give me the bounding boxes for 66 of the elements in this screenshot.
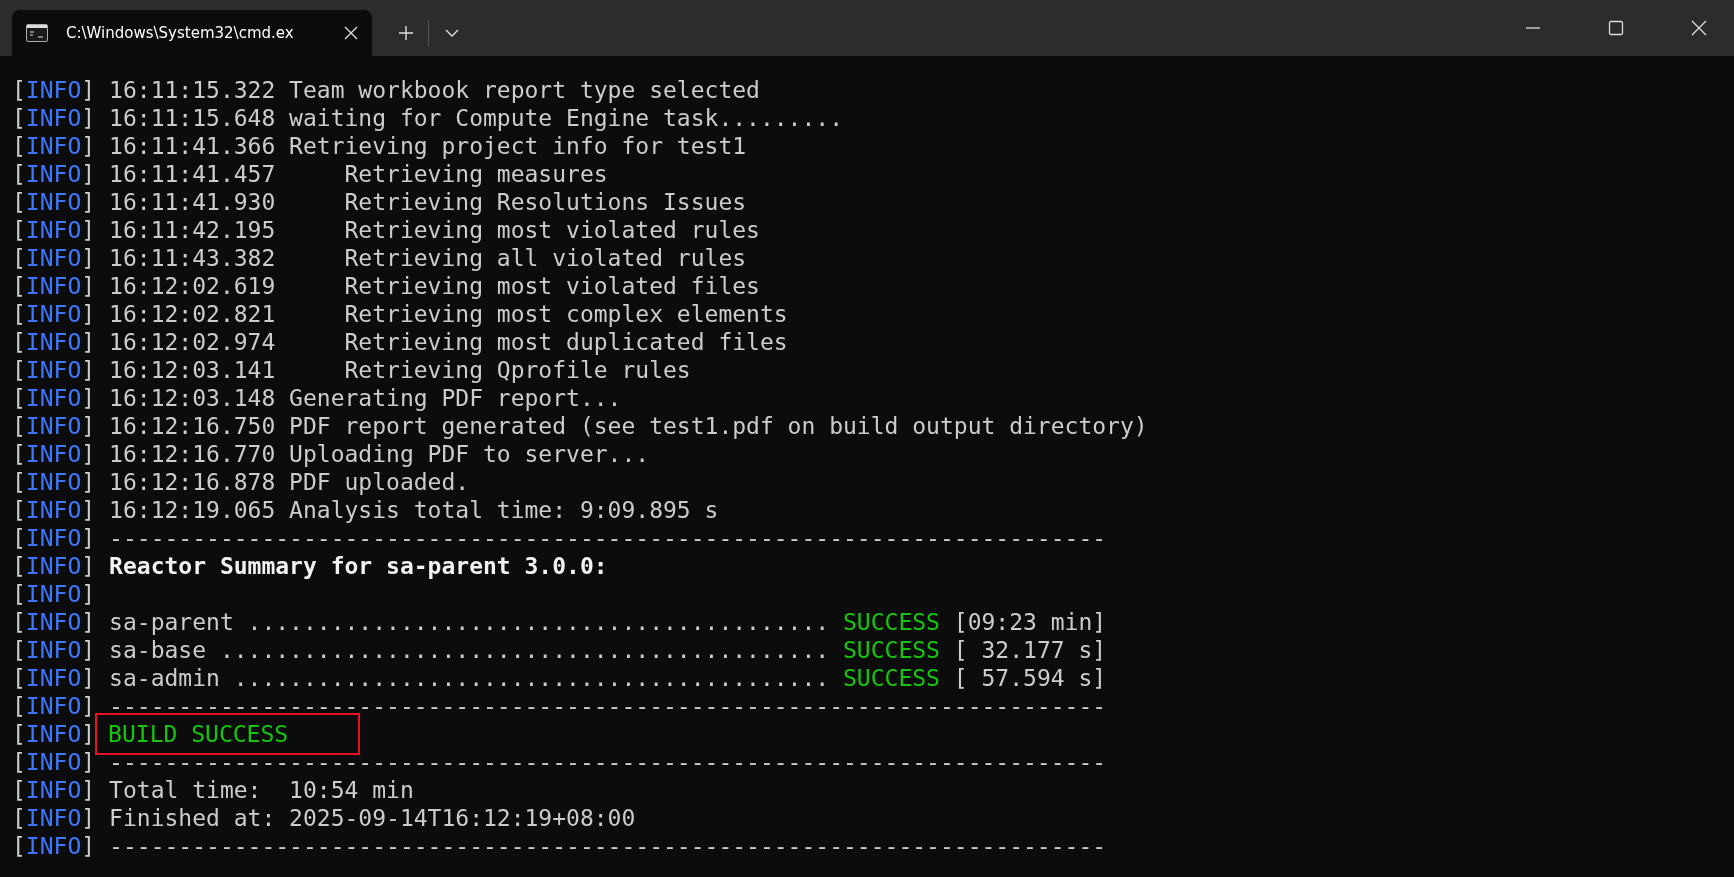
new-tab-icon[interactable] [398, 25, 414, 41]
log-level: [INFO] [12, 693, 96, 719]
log-level: [INFO] [12, 133, 96, 159]
log-message: Finished at: 2025-09-14T16:12:19+08:00 [109, 805, 636, 831]
log-level: [INFO] [12, 637, 96, 663]
log-message: ------------------------------------------------------------------------ [109, 525, 1107, 551]
log-level: [INFO] [12, 749, 96, 775]
log-level: [INFO] [12, 217, 96, 243]
module-status: SUCCESS [843, 665, 940, 691]
log-level: [INFO] [12, 777, 96, 803]
log-message: 16:12:16.750 PDF report generated (see test1.pdf on build output directory) [109, 413, 1148, 439]
log-message: 16:12:03.148 Generating PDF report... [109, 385, 622, 411]
log-message: 16:12:03.141 Retrieving Qprofile rules [109, 357, 691, 383]
dropdown-caret-icon[interactable] [445, 29, 459, 37]
log-level: [INFO] [12, 805, 96, 831]
log-level: [INFO] [12, 105, 96, 131]
log-message: 16:12:16.878 PDF uploaded. [109, 469, 470, 495]
log-message: 16:11:41.457 Retrieving measures [109, 161, 608, 187]
module-time: [ 57.594 s] [952, 665, 1107, 691]
log-level: [INFO] [12, 469, 96, 495]
log-level: [INFO] [12, 413, 96, 439]
module-name: sa-admin ........................................... [109, 665, 831, 691]
module-status: SUCCESS [843, 637, 940, 663]
close-tab-icon[interactable] [344, 26, 358, 40]
terminal-icon [26, 24, 48, 42]
log-level: [INFO] [12, 721, 96, 747]
log-level: [INFO] [12, 77, 96, 103]
log-message: 16:11:41.930 Retrieving Resolutions Issues [109, 189, 747, 215]
maximize-icon[interactable] [1608, 20, 1624, 36]
terminal-tab[interactable]: C:\Windows\System32\cmd.ex [12, 10, 372, 56]
log-message: Total time: 10:54 min [109, 777, 414, 803]
log-level: [INFO] [12, 189, 96, 215]
log-level: [INFO] [12, 441, 96, 467]
module-name: sa-base ............................................ [109, 637, 831, 663]
log-level: [INFO] [12, 665, 96, 691]
log-level: [INFO] [12, 301, 96, 327]
module-time: [09:23 min] [952, 609, 1107, 635]
log-level: [INFO] [12, 273, 96, 299]
log-message: 16:12:02.821 Retrieving most complex elements [109, 301, 788, 327]
log-level: [INFO] [12, 581, 96, 607]
log-message: 16:11:15.322 Team workbook report type selected [109, 77, 760, 103]
log-level: [INFO] [12, 385, 96, 411]
log-level: [INFO] [12, 161, 96, 187]
log-message: 16:11:42.195 Retrieving most violated rules [109, 217, 760, 243]
module-name: sa-parent .......................................... [109, 609, 831, 635]
log-level: [INFO] [12, 497, 96, 523]
module-time: [ 32.177 s] [952, 637, 1107, 663]
log-message: 16:12:02.619 Retrieving most violated files [109, 273, 760, 299]
log-heading: Reactor Summary for sa-parent 3.0.0: [109, 553, 608, 579]
log-level: [INFO] [12, 245, 96, 271]
log-level: [INFO] [12, 525, 96, 551]
log-level: [INFO] [12, 609, 96, 635]
log-message: ------------------------------------------------------------------------ [109, 833, 1107, 859]
log-message: 16:11:41.366 Retrieving project info for test1 [109, 133, 747, 159]
log-message: 16:11:15.648 waiting for Compute Engine task......... [109, 105, 843, 131]
close-icon[interactable] [1691, 20, 1707, 36]
log-message: 16:11:43.382 Retrieving all violated rules [109, 245, 747, 271]
log-level: [INFO] [12, 833, 96, 859]
log-level: [INFO] [12, 553, 96, 579]
log-message: 16:12:16.770 Uploading PDF to server... [109, 441, 650, 467]
log-level: [INFO] [12, 357, 96, 383]
log-level: [INFO] [12, 329, 96, 355]
log-message: 16:12:19.065 Analysis total time: 9:09.895 s [109, 497, 719, 523]
build-result: BUILD SUCCESS [95, 713, 361, 755]
module-status: SUCCESS [843, 609, 940, 635]
log-message: 16:12:02.974 Retrieving most duplicated files [109, 329, 788, 355]
